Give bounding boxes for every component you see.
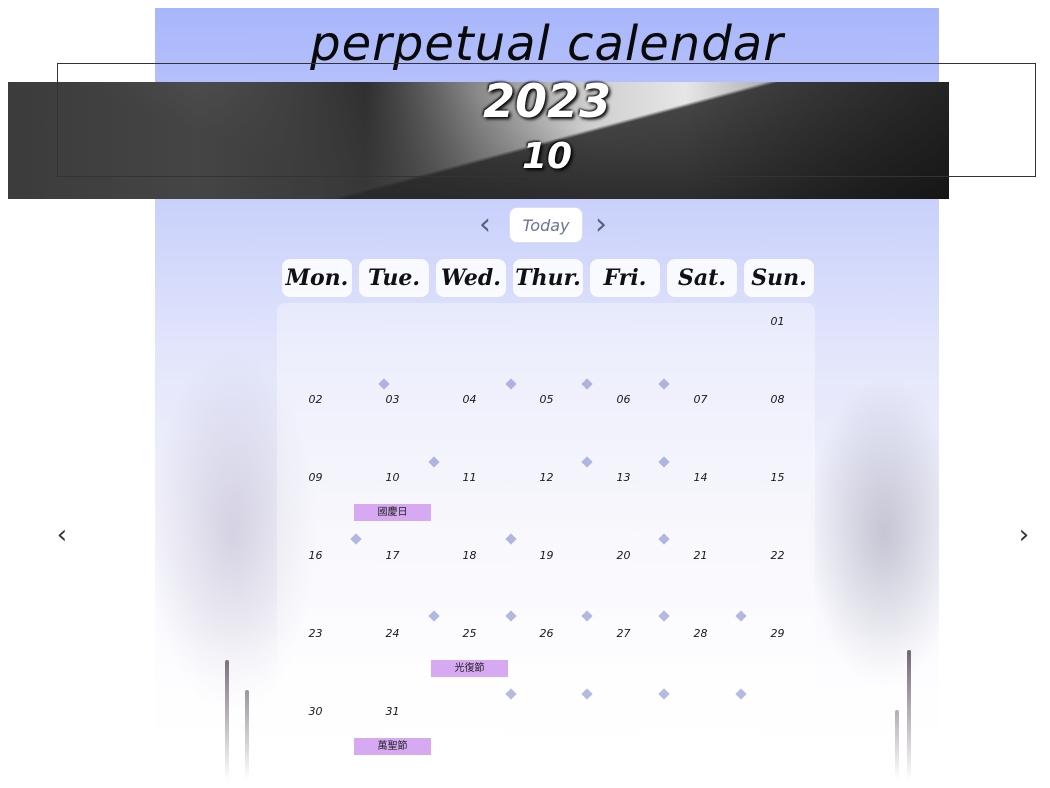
day-cell[interactable]: 10 國慶日 [354, 459, 431, 537]
day-cell[interactable]: 14 [662, 459, 739, 537]
day-number: 09 [308, 471, 323, 484]
next-month-chevron-icon[interactable]: › [590, 210, 612, 240]
day-number: 31 [385, 705, 400, 718]
year-label: 2023 [482, 74, 612, 128]
day-number: 21 [693, 549, 708, 562]
day-number: 27 [616, 627, 631, 640]
day-cell[interactable]: 29 [739, 615, 816, 693]
day-number: 30 [308, 705, 323, 718]
day-cell[interactable]: 26 [508, 615, 585, 693]
day-cell[interactable]: 24 [354, 615, 431, 693]
day-number: 18 [462, 549, 477, 562]
month-label: 10 [521, 136, 573, 177]
day-number: 13 [616, 471, 631, 484]
today-button[interactable]: Today [509, 207, 583, 243]
day-number: 01 [770, 315, 785, 328]
day-number: 06 [616, 393, 631, 406]
day-number: 26 [539, 627, 554, 640]
day-cell[interactable]: 08 [739, 381, 816, 459]
holiday-label: 萬聖節 [354, 738, 431, 755]
day-cell[interactable]: 19 [508, 537, 585, 615]
day-number: 19 [539, 549, 554, 562]
day-cell[interactable]: 20 [585, 537, 662, 615]
prev-arrow-icon[interactable]: ‹ [52, 520, 72, 550]
day-number: 25 [462, 627, 477, 640]
day-cell[interactable]: 13 [585, 459, 662, 537]
day-number: 29 [770, 627, 785, 640]
day-cell[interactable]: 15 [739, 459, 816, 537]
next-arrow-icon[interactable]: › [1014, 520, 1034, 550]
day-cell[interactable]: 12 [508, 459, 585, 537]
day-cell[interactable]: 16 [277, 537, 354, 615]
day-number: 22 [770, 549, 785, 562]
day-cell[interactable]: 17 [354, 537, 431, 615]
day-cell[interactable]: 01 [739, 303, 816, 381]
day-number: 24 [385, 627, 400, 640]
day-number: 28 [693, 627, 708, 640]
day-number: 16 [308, 549, 323, 562]
weekday-sun: Sun. [744, 259, 814, 297]
day-cell[interactable]: 04 [431, 381, 508, 459]
day-number: 07 [693, 393, 708, 406]
day-number: 17 [385, 549, 400, 562]
day-cell[interactable]: 07 [662, 381, 739, 459]
day-number: 11 [462, 471, 477, 484]
day-cell[interactable]: 21 [662, 537, 739, 615]
day-cell[interactable]: 31 萬聖節 [354, 693, 431, 771]
day-number: 05 [539, 393, 554, 406]
weekday-fri: Fri. [590, 259, 660, 297]
day-cell[interactable]: 30 [277, 693, 354, 771]
day-cell[interactable]: 23 [277, 615, 354, 693]
day-cell[interactable]: 25 光復節 [431, 615, 508, 693]
day-cell[interactable]: 11 [431, 459, 508, 537]
weekday-sat: Sat. [667, 259, 737, 297]
day-number: 04 [462, 393, 477, 406]
month-nav: ‹ Today › [470, 205, 620, 245]
weekday-tue: Tue. [359, 259, 429, 297]
day-number: 08 [770, 393, 785, 406]
day-number: 10 [385, 471, 400, 484]
day-cell[interactable]: 28 [662, 615, 739, 693]
holiday-label: 國慶日 [354, 504, 431, 521]
day-number: 03 [385, 393, 400, 406]
day-number: 23 [308, 627, 323, 640]
holiday-label: 光復節 [431, 660, 508, 677]
prev-month-chevron-icon[interactable]: ‹ [474, 210, 496, 240]
day-cell[interactable]: 03 [354, 381, 431, 459]
day-cell[interactable]: 09 [277, 459, 354, 537]
day-cell[interactable]: 06 [585, 381, 662, 459]
day-number: 14 [693, 471, 708, 484]
day-cell[interactable]: 02 [277, 381, 354, 459]
day-number: 15 [770, 471, 785, 484]
weekday-wed: Wed. [436, 259, 506, 297]
day-number: 20 [616, 549, 631, 562]
weekday-mon: Mon. [282, 259, 352, 297]
day-cell[interactable]: 22 [739, 537, 816, 615]
day-cell[interactable]: 05 [508, 381, 585, 459]
weekday-thu: Thur. [513, 259, 583, 297]
day-number: 12 [539, 471, 554, 484]
day-cell[interactable]: 18 [431, 537, 508, 615]
day-cell[interactable]: 27 [585, 615, 662, 693]
day-number: 02 [308, 393, 323, 406]
